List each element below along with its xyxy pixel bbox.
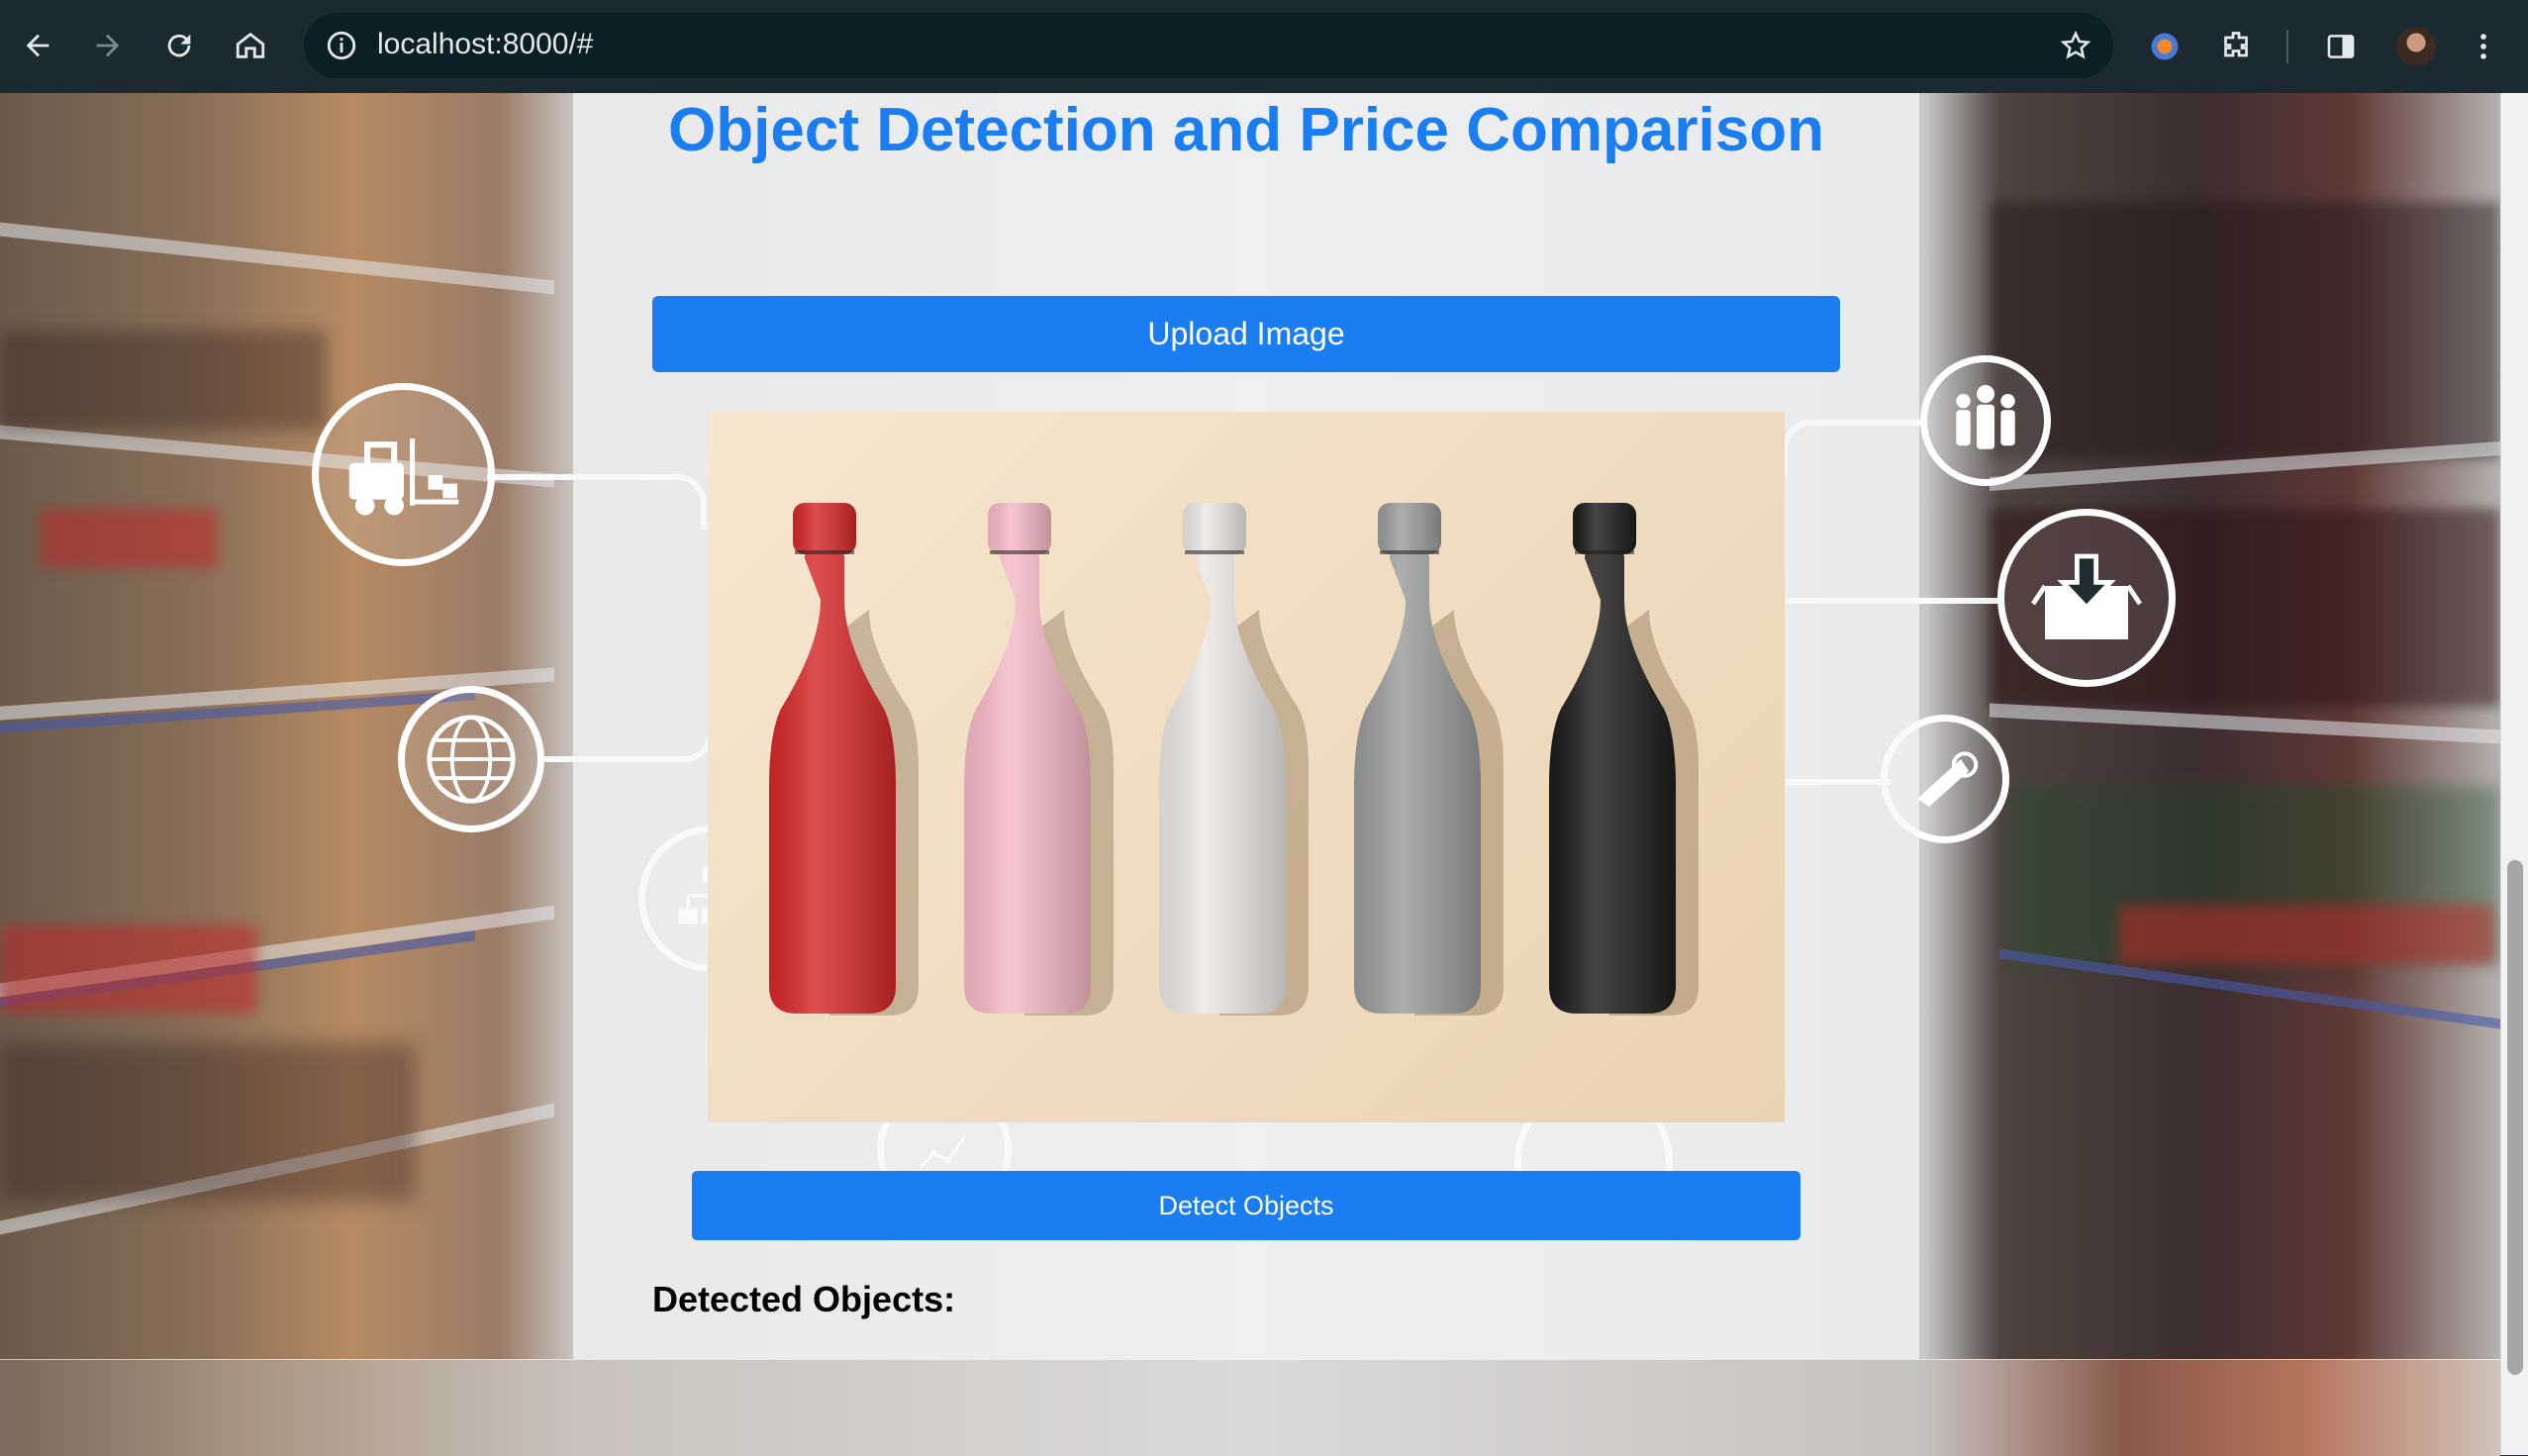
product-blur [0,1043,416,1202]
product-blur [0,331,327,430]
page-title: Object Detection and Price Comparison [668,96,1824,164]
back-arrow-icon[interactable] [10,20,65,71]
scrollbar-thumb[interactable] [2507,860,2523,1375]
scrollbar[interactable] [2500,93,2528,1455]
detect-objects-button[interactable]: Detect Objects [692,1171,1800,1240]
product-blur [0,924,257,1014]
detected-objects-heading: Detected Objects: [652,1279,956,1319]
bottle-2 [964,503,1114,1016]
uploaded-image-preview [708,412,1785,1122]
side-panel-icon[interactable] [2316,22,2366,71]
extension-color-icon[interactable] [2140,22,2189,71]
home-icon[interactable] [223,20,278,71]
product-blur [1990,202,2500,459]
forward-arrow-icon[interactable] [80,20,136,71]
upload-image-button[interactable]: Upload Image [652,296,1840,372]
bottle-4 [1354,503,1504,1016]
people-icon [1920,355,2051,486]
extension-puzzle-icon[interactable] [2211,22,2261,71]
bookmark-star-icon[interactable] [2056,26,2095,65]
address-bar[interactable]: localhost:8000/# [304,13,2113,78]
browser-toolbar: localhost:8000/# [0,0,2528,93]
url-text[interactable]: localhost:8000/# [377,28,594,61]
shelf-line [0,222,554,295]
bottle-3 [1159,503,1309,1016]
main-panel: Object Detection and Price Comparison Up… [573,93,1919,1455]
toolbar-divider [2286,30,2288,63]
site-info-icon[interactable] [322,26,361,65]
shelf-line [1990,703,2500,744]
bottle-5 [1549,503,1699,1016]
bottles-photo [769,503,1699,1016]
product-blur [40,509,218,568]
globe-icon [398,686,544,832]
page-background-lower [0,1359,2500,1456]
forklift-icon [312,383,495,566]
profile-avatar[interactable] [2391,22,2441,71]
menu-kebab-icon[interactable] [2459,22,2508,71]
product-blur [2118,905,2494,964]
bottle-1 [769,503,919,1016]
inbox-download-icon [1997,509,2176,687]
reload-icon[interactable] [151,20,207,71]
